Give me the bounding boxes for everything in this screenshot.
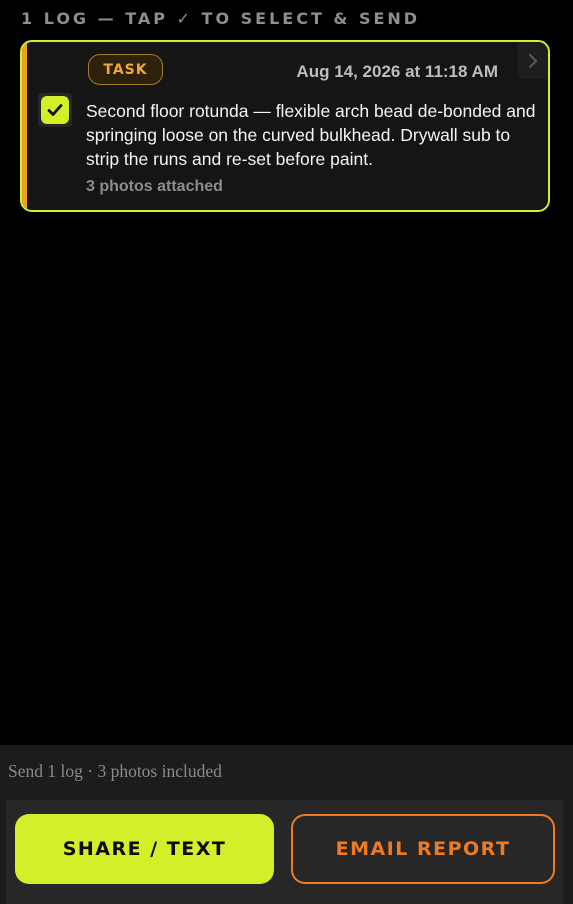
chevron-right-icon — [529, 53, 537, 68]
log-count-header: 1 LOG — TAP ✓ TO SELECT & SEND — [21, 9, 421, 28]
checkbox-checked — [41, 96, 69, 124]
action-bar: SHARE / TEXT EMAIL REPORT — [6, 800, 563, 904]
open-log-button[interactable] — [518, 42, 548, 79]
log-note: Second floor rotunda — flexible arch bea… — [86, 101, 536, 169]
email-report-button[interactable]: EMAIL REPORT — [291, 814, 555, 884]
app-screen: 1 LOG — TAP ✓ TO SELECT & SEND TASK Aug … — [0, 0, 573, 904]
log-select-checkbox[interactable] — [38, 93, 72, 127]
log-card[interactable]: TASK Aug 14, 2026 at 11:18 AM Second flo… — [20, 40, 550, 212]
send-summary: Send 1 log · 3 photos included — [8, 761, 222, 781]
task-accent-stripe — [22, 42, 27, 210]
check-icon — [47, 104, 63, 116]
log-type-badge: TASK — [88, 54, 163, 85]
share-text-button[interactable]: SHARE / TEXT — [15, 814, 274, 884]
log-timestamp: Aug 14, 2026 at 11:18 AM — [296, 62, 498, 81]
send-footer: Send 1 log · 3 photos included SHARE / T… — [0, 745, 573, 904]
photo-count: 3 photos attached — [86, 178, 223, 195]
